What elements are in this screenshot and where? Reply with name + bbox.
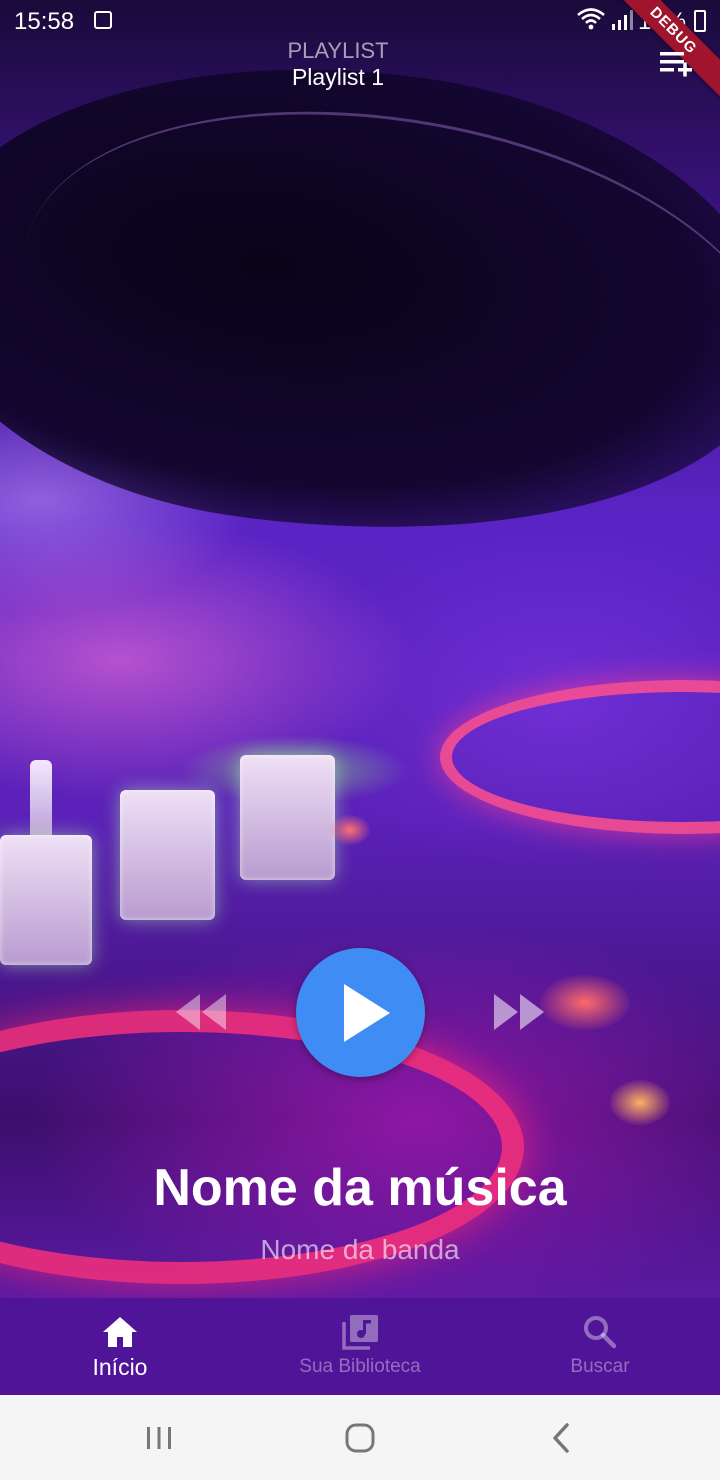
wifi-icon: [576, 6, 606, 38]
status-time: 15:58: [14, 8, 75, 35]
mixer-knob: [30, 760, 52, 840]
rewind-icon: [176, 994, 226, 1030]
album-background-image: [0, 0, 720, 1298]
next-button[interactable]: [490, 990, 550, 1034]
nav-label-search: Buscar: [570, 1356, 630, 1377]
play-button[interactable]: [296, 948, 425, 1077]
fast-forward-icon: [494, 994, 544, 1030]
mixer-fader: [0, 835, 92, 965]
system-home-button[interactable]: [337, 1415, 383, 1461]
song-title: Nome da música: [153, 1159, 567, 1217]
recents-icon: [147, 1427, 171, 1449]
play-icon: [344, 984, 390, 1042]
recents-button[interactable]: [136, 1415, 182, 1461]
notification-icon: [94, 11, 112, 29]
app-screen: 15:58 18% DEBUG PLAYLIST Playlist 1: [0, 0, 720, 1480]
turntable-ring-right: [440, 680, 720, 834]
band-name: Nome da banda: [260, 1234, 460, 1265]
battery-icon: [694, 10, 706, 32]
library-music-icon: [342, 1315, 378, 1350]
back-icon: [553, 1423, 569, 1453]
playlist-add-button[interactable]: [656, 46, 696, 80]
header-eyebrow: PLAYLIST: [287, 38, 389, 63]
playlist-header: PLAYLIST Playlist 1: [0, 36, 720, 96]
light-spot: [540, 975, 630, 1030]
back-button[interactable]: [538, 1415, 584, 1461]
nav-label-library: Sua Biblioteca: [299, 1356, 421, 1377]
nav-item-search[interactable]: Buscar: [480, 1298, 720, 1395]
nav-label-home: Início: [92, 1354, 148, 1380]
home-circle-icon: [345, 1423, 375, 1453]
playlist-title: Playlist 1: [291, 64, 385, 90]
mixer-fader: [120, 790, 215, 920]
search-icon: [584, 1316, 617, 1349]
home-icon: [103, 1317, 137, 1347]
nav-item-home[interactable]: Início: [0, 1298, 240, 1395]
signal-icon: [610, 8, 634, 38]
light-spot: [610, 1080, 670, 1125]
playlist-add-icon: [660, 52, 692, 77]
light-spot: [330, 815, 370, 845]
system-navigation-bar: [0, 1395, 720, 1480]
mixer-fader: [240, 755, 335, 880]
bottom-navigation: Início Sua Biblioteca Buscar: [0, 1298, 720, 1395]
previous-button[interactable]: [172, 990, 232, 1034]
nav-item-library[interactable]: Sua Biblioteca: [240, 1298, 480, 1395]
